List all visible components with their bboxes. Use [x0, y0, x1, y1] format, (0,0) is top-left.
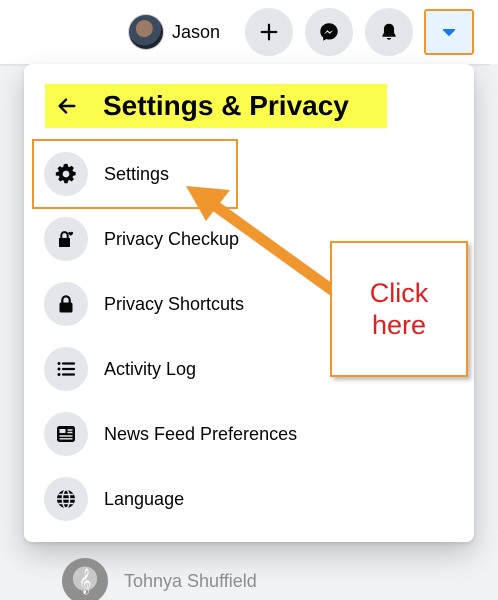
gear-icon: [44, 152, 88, 196]
callout-text: Click here: [354, 277, 444, 341]
contact-name: Tohnya Shuffield: [124, 570, 257, 591]
lock-heart-icon: [44, 217, 88, 261]
callout-line-1: Click: [369, 278, 429, 308]
menu-header: Settings & Privacy: [45, 84, 387, 128]
menu-item-label: Privacy Checkup: [104, 228, 240, 249]
menu-item-label: Privacy Shortcuts: [104, 293, 245, 314]
menu-item-settings[interactable]: Settings: [32, 144, 466, 204]
menu-item-label: Language: [104, 488, 185, 509]
menu-item-label: News Feed Preferences: [104, 423, 298, 444]
profile-chip[interactable]: Jason: [122, 10, 230, 54]
callout-line-2: here: [371, 310, 427, 340]
scrollbar[interactable]: [490, 64, 498, 600]
avatar: 𝄞: [62, 558, 108, 600]
globe-icon: [44, 477, 88, 521]
menu-item-language[interactable]: Language: [32, 469, 466, 529]
menu-item-label: Activity Log: [104, 358, 197, 379]
plus-icon: [260, 23, 278, 41]
menu-item-label: Settings: [104, 163, 170, 184]
menu-item-news-feed-preferences[interactable]: News Feed Preferences: [32, 404, 466, 464]
messenger-icon: [320, 23, 338, 41]
caret-down-icon: [442, 29, 456, 36]
top-navigation-bar: Jason: [0, 0, 498, 64]
page-title: Settings & Privacy: [103, 90, 349, 121]
notifications-button[interactable]: [365, 8, 413, 56]
arrow-left-icon: [58, 98, 76, 114]
feed-icon: [44, 412, 88, 456]
back-button[interactable]: [47, 86, 87, 126]
account-menu-button[interactable]: [424, 9, 474, 55]
profile-name: Jason: [172, 21, 221, 42]
bell-icon: [382, 23, 396, 40]
lock-icon: [44, 282, 88, 326]
click-here-callout: Click here: [330, 241, 468, 377]
list-icon: [44, 347, 88, 391]
create-button[interactable]: [245, 8, 293, 56]
avatar: [128, 14, 164, 50]
messenger-button[interactable]: [305, 8, 353, 56]
contact-list-item[interactable]: 𝄞 Tohnya Shuffield: [62, 558, 257, 600]
